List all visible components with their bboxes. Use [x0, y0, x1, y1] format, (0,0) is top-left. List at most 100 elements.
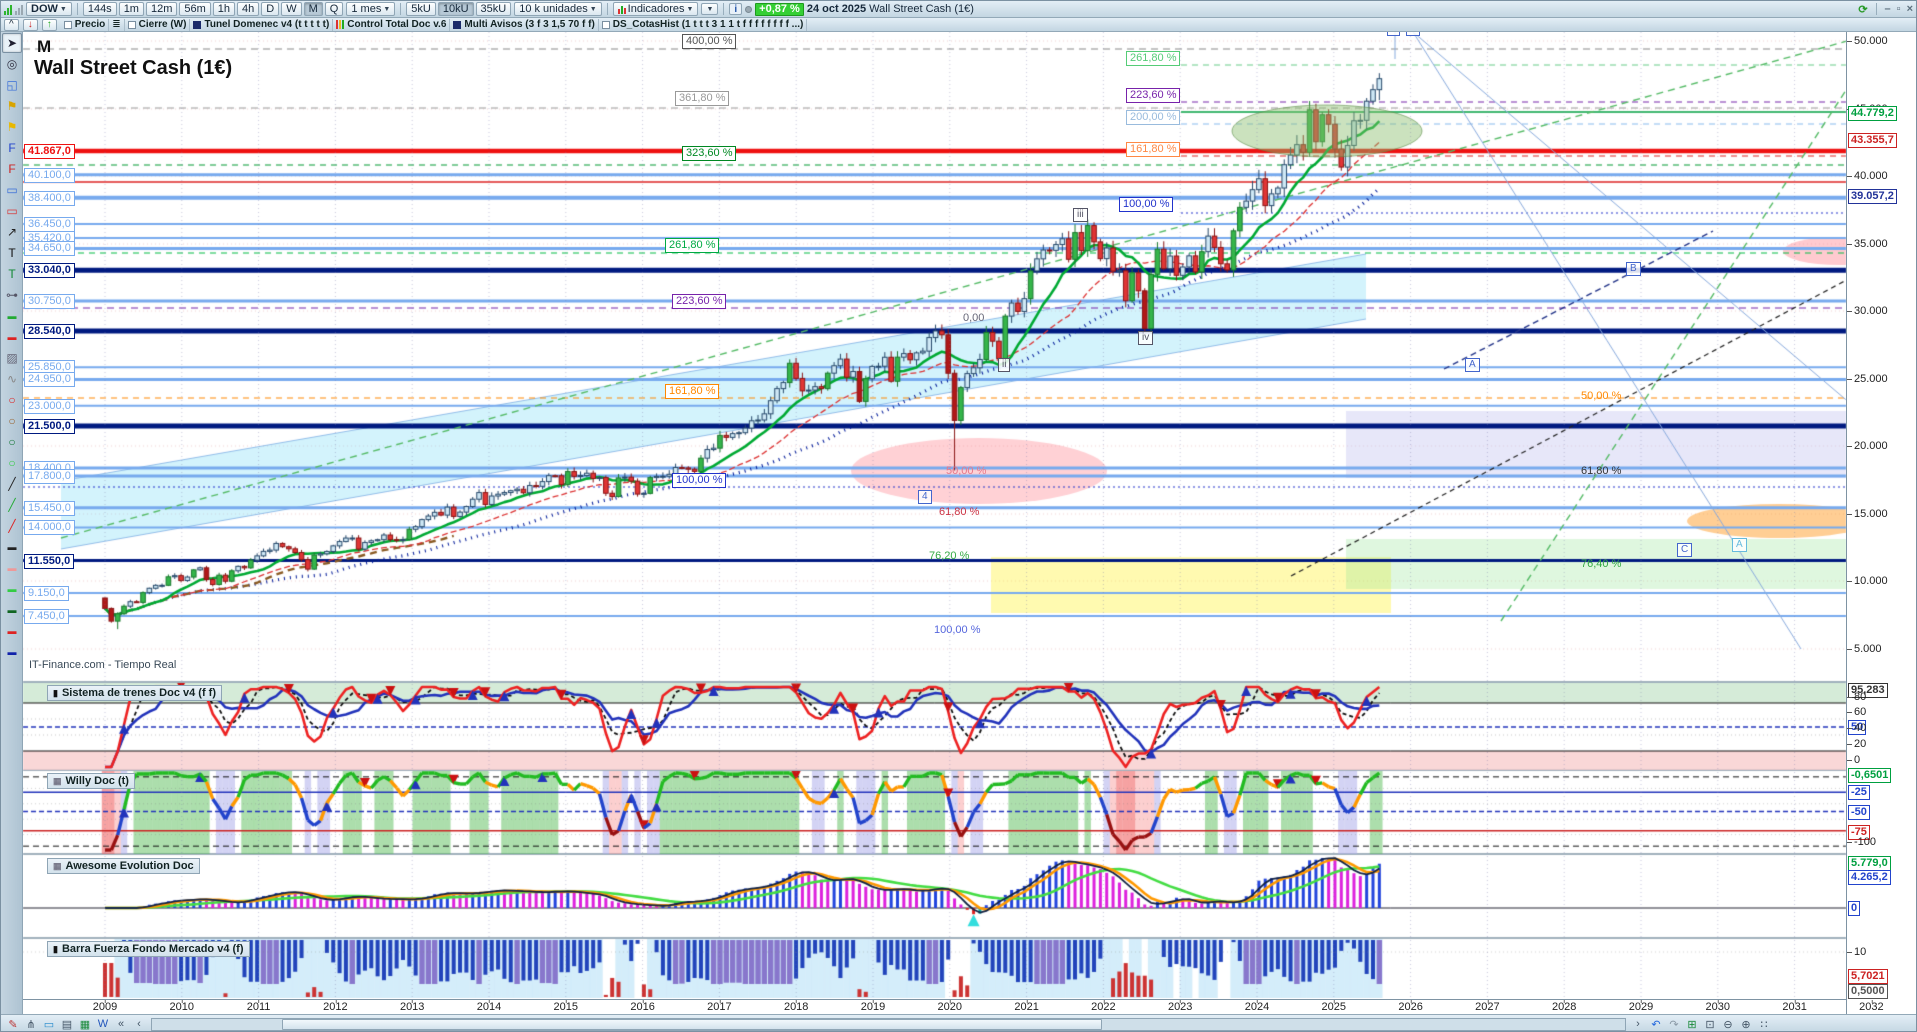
panel-tab-1[interactable]: ▦ Willy Doc (t) — [47, 773, 135, 789]
sell-arrow-button[interactable]: ↓ — [22, 18, 38, 31]
horizontal-scrollbar[interactable] — [151, 1017, 1626, 1031]
timeframe-button-1h[interactable]: 1h — [212, 2, 236, 16]
alarm-tool[interactable]: ⚑ — [2, 117, 22, 137]
text-tool[interactable]: T — [2, 243, 22, 263]
info-button[interactable]: i — [729, 3, 743, 15]
arrow-tool[interactable]: ↗ — [2, 222, 22, 242]
line-circle-tool[interactable]: ⊶ — [2, 285, 22, 305]
hline-black-tool[interactable]: ▬ — [2, 537, 22, 557]
pointer-tool[interactable]: ➤ — [2, 33, 22, 53]
redo-icon[interactable]: ↷ — [1666, 1017, 1682, 1032]
price-tag: 43.355,7 — [1848, 133, 1897, 148]
timeframe-button-W[interactable]: W — [281, 2, 302, 16]
units-button-5kU[interactable]: 5kU — [406, 2, 436, 16]
trendline-black-tool[interactable]: ╱ — [2, 474, 22, 494]
indicator-toggle-3[interactable]: Tunel Domenec v4 (t t t t t) — [190, 18, 334, 31]
indicator-toggle-0[interactable]: Precio — [61, 18, 110, 31]
price-tick: 30.000 — [1847, 305, 1888, 317]
indicators-button[interactable]: Indicadores ▼ — [612, 2, 699, 16]
ellipse-darkgreen-tool[interactable]: ○ — [2, 432, 22, 452]
timeframe-button-D[interactable]: D — [261, 2, 280, 16]
scroll-left-icon[interactable]: ‹ — [131, 1017, 147, 1032]
hline-navy-tool[interactable]: ▬ — [2, 642, 22, 662]
restore-button[interactable]: ▫ — [1897, 3, 1901, 15]
ellipse-lightgreen-tool[interactable]: ○ — [2, 453, 22, 473]
zoom-sel-icon[interactable]: ⊡ — [1702, 1017, 1718, 1032]
chart-canvas[interactable] — [1, 1, 1916, 1031]
channel-pattern-tool[interactable]: ∿ — [2, 369, 22, 389]
panel-tab-3[interactable]: ▮ Barra Fuerza Fondo Mercado v4 (f) — [47, 941, 250, 957]
timeframe-button-1m[interactable]: 1m — [118, 2, 144, 16]
fib-blue-tool[interactable]: F — [2, 138, 22, 158]
timeframe-button-144s[interactable]: 144s — [82, 2, 117, 16]
table-icon[interactable]: ▦ — [77, 1017, 93, 1032]
price-axis[interactable]: 50.00045.00040.00035.00030.00025.00020.0… — [1846, 32, 1916, 1014]
scrollbar-thumb[interactable] — [282, 1018, 1102, 1030]
rect-zone-blue-tool[interactable]: ▭ — [2, 180, 22, 200]
pause-feed-icon[interactable] — [15, 3, 23, 15]
zoom-in-icon[interactable]: ⊕ — [1738, 1017, 1754, 1032]
symbol-selector[interactable]: DOW ▼ — [26, 2, 72, 16]
zoom-area-tool[interactable]: ◱ — [2, 75, 22, 95]
units-button-35kU[interactable]: 35kU — [475, 2, 512, 16]
undo-icon[interactable]: ↶ — [1648, 1017, 1664, 1032]
indicator-toggle-6[interactable]: DS_CotasHist (1 t t t 3 1 1 t f f f f f … — [599, 18, 808, 31]
time-axis[interactable]: 2009 2010 2011 2012 2013 2014 2015 2016 2017 2018… — [23, 999, 1884, 1014]
document-icon[interactable]: ▤ — [59, 1017, 75, 1032]
scroll-right-icon[interactable]: › — [1630, 1017, 1646, 1032]
ellipse-brown-tool[interactable]: ○ — [2, 411, 22, 431]
timeframe-button-12m[interactable]: 12m — [145, 2, 178, 16]
ruler-tool[interactable]: ▨ — [2, 348, 22, 368]
price-tick: 20.000 — [1847, 440, 1888, 452]
panel-tab-0[interactable]: ▮ Sistema de trenes Doc v4 (f f) — [47, 685, 223, 701]
indicator-toggle-1[interactable]: ≣ — [109, 18, 125, 31]
ellipse-red-tool[interactable]: ○ — [2, 390, 22, 410]
add-chart-icon[interactable]: ⊞ — [1684, 1017, 1700, 1032]
trendline-red-tool[interactable]: ╱ — [2, 516, 22, 536]
panel-tab-2[interactable]: ▦ Awesome Evolution Doc — [47, 858, 200, 874]
indicator-toggle-2[interactable]: Cierre (W) — [125, 18, 191, 31]
year-label: 2022 — [1091, 1000, 1116, 1013]
indicator-label: Precio — [74, 19, 106, 30]
hline-red-tool[interactable]: ▬ — [2, 621, 22, 641]
alarm-pointer-tool[interactable]: ⚑ — [2, 96, 22, 116]
indicator-toggle-4[interactable]: Control Total Doc v.6 — [333, 18, 451, 31]
period-dropdown[interactable]: 1 mes ▼ — [346, 2, 396, 16]
timeframe-button-Q[interactable]: Q — [324, 2, 344, 16]
zoom-out-icon[interactable]: ⊖ — [1720, 1017, 1736, 1032]
multi-pen-icon[interactable]: ✎ — [5, 1017, 21, 1032]
refresh-icon[interactable]: ⟳ — [1858, 3, 1867, 16]
checkbox-icon[interactable] — [63, 20, 72, 29]
more-icon[interactable]: ∷ — [1756, 1017, 1772, 1032]
timeframe-button-56m[interactable]: 56m — [179, 2, 211, 16]
buy-arrow-button[interactable]: ↑ — [41, 18, 57, 31]
note-tool[interactable]: T — [2, 264, 22, 284]
units-dropdown[interactable]: 10 k unidades ▼ — [514, 2, 602, 16]
comment-icon[interactable]: ▭ — [41, 1017, 57, 1032]
rect-zone-red-tool[interactable]: ▭ — [2, 201, 22, 221]
indicators-more-button[interactable]: ▼ — [701, 3, 719, 15]
zoom-tool[interactable]: ◎ — [2, 54, 22, 74]
collapse-left-icon[interactable]: « — [113, 1017, 129, 1032]
hline-green-tool[interactable]: ▬ — [2, 579, 22, 599]
timeframe-button-M[interactable]: M — [303, 2, 323, 16]
checkbox-icon[interactable] — [127, 20, 136, 29]
year-label: 2019 — [860, 1000, 886, 1013]
trendline-green-tool[interactable]: ╱ — [2, 495, 22, 515]
timeframe-button-4h[interactable]: 4h — [237, 2, 260, 16]
timeframe-group: 144s 1m 12m 56m 1h 4h D W M Q — [82, 2, 344, 16]
collapse-toolbar-button[interactable]: ^ — [4, 18, 19, 31]
minimize-button[interactable]: – — [1885, 3, 1891, 15]
segment-green-tool[interactable]: ▬ — [2, 306, 22, 326]
indicator-toggle-5[interactable]: Multi Avisos (3 f 3 1,5 70 f f) — [450, 18, 599, 31]
share-icon[interactable]: ⋔ — [23, 1017, 39, 1032]
word-doc-icon[interactable]: W — [95, 1017, 111, 1032]
fib-red-tool[interactable]: F — [2, 159, 22, 179]
segment-red-tool[interactable]: ▬ — [2, 327, 22, 347]
hline-darkgreen-tool[interactable]: ▬ — [2, 600, 22, 620]
units-button-10kU[interactable]: 10kU — [437, 2, 474, 16]
close-button[interactable]: × — [1907, 3, 1913, 15]
hline-pink-tool[interactable]: ▬ — [2, 558, 22, 578]
price-tick: 10.000 — [1847, 575, 1888, 587]
checkbox-icon[interactable] — [601, 20, 610, 29]
